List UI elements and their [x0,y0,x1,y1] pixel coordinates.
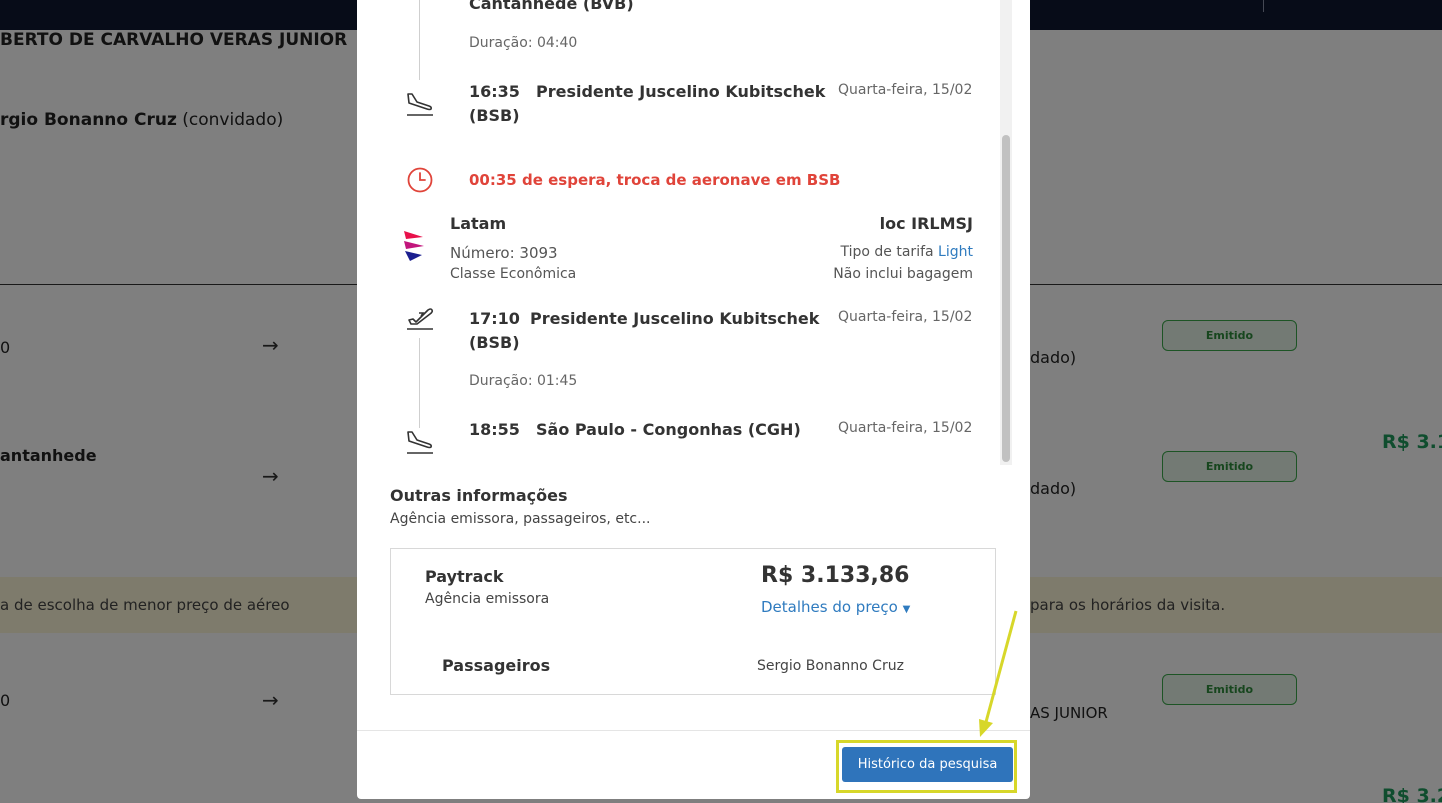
total-price: R$ 3.133,86 [761,563,910,588]
connection-wait-text: 00:35 de espera, troca de aeronave em BS… [469,171,841,189]
arrival-time: 18:55 [469,420,520,439]
latam-logo [401,227,427,267]
passenger-name: Sergio Bonanno Cruz [757,658,904,674]
departure-airport-code: (BSB) [469,333,520,352]
clock-icon [407,167,433,197]
segment-duration: Duração: 04:40 [469,35,578,51]
arrival-time: 16:35 [469,82,520,101]
departure-time: 17:10 [469,309,520,328]
flight-details-modal: Cantanhede (BVB) Duração: 04:40 16:35 Pr… [357,0,1030,799]
modal-scrollbar-thumb[interactable] [1002,135,1010,462]
arrival-date: Quarta-feira, 15/02 [838,82,973,98]
modal-footer-divider [357,730,1030,731]
booking-locator: loc IRLMSJ [879,214,973,233]
fare-type: Tipo de tarifa Light [841,244,974,260]
departure-date: Quarta-feira, 15/02 [838,309,973,325]
agency-label: Agência emissora [425,591,550,607]
arrival-airport-code: (BSB) [469,106,520,125]
segment-duration: Duração: 01:45 [469,373,578,389]
flight-number: Número: 3093 [450,244,558,262]
segment-timeline [419,338,420,428]
cabin-class: Classe Econômica [450,266,577,282]
baggage-info: Não inclui bagagem [833,266,973,282]
airline-name: Latam [450,214,507,233]
plane-landing-icon [405,90,435,122]
fare-type-label: Tipo de tarifa [840,244,934,260]
plane-takeoff-icon [405,304,435,336]
other-info-box: Paytrack Agência emissora R$ 3.133,86 De… [390,548,996,695]
arrival-date: Quarta-feira, 15/02 [838,420,973,436]
segment-timeline [419,0,420,80]
passengers-label: Passageiros [442,656,551,675]
arrival-airport: Presidente Juscelino Kubitschek [536,82,826,101]
plane-landing-icon [405,428,435,460]
fare-type-value: Light [938,244,973,260]
caret-down-icon: ▼ [902,604,911,615]
departure-airport: Cantanhede (BVB) [469,0,634,13]
agency-name: Paytrack [425,567,504,586]
departure-airport: Presidente Juscelino Kubitschek [530,309,820,328]
search-history-button[interactable]: Histórico da pesquisa [842,747,1013,782]
price-details-label: Detalhes do preço [761,598,898,616]
other-info-title: Outras informações [390,486,568,505]
price-details-link[interactable]: Detalhes do preço ▼ [761,598,910,616]
other-info-subtitle: Agência emissora, passageiros, etc... [390,511,651,527]
arrival-airport: São Paulo - Congonhas (CGH) [536,420,801,439]
